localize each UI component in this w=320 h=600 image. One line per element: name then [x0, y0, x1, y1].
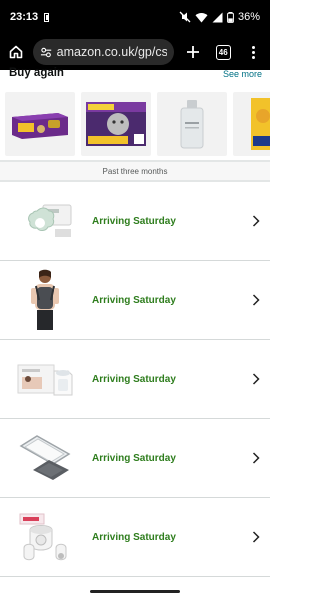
tab-count: 46	[215, 44, 231, 60]
bottle-icon	[180, 100, 204, 149]
gesture-handle[interactable]	[90, 590, 180, 593]
browser-menu-button[interactable]	[244, 41, 265, 63]
clock: 23:13	[10, 11, 39, 23]
address-bar[interactable]: amazon.co.uk/gp/css	[32, 39, 174, 65]
product-thumbnail	[10, 344, 80, 414]
home-icon	[9, 45, 23, 59]
url-text: amazon.co.uk/gp/css	[56, 45, 167, 59]
buy-again-carousel	[0, 90, 270, 158]
more-vert-icon	[252, 45, 256, 59]
chevron-right-icon	[248, 371, 264, 387]
chevron-right-icon	[248, 529, 264, 545]
yellow-pack-icon	[251, 98, 270, 150]
cat-food-pack-icon	[12, 113, 68, 139]
order-row[interactable]: Arriving Saturday	[0, 498, 270, 577]
home-button[interactable]	[6, 41, 27, 63]
changing-mat-icon	[19, 435, 71, 480]
order-row[interactable]: Arriving Saturday	[0, 340, 270, 419]
mute-icon	[179, 11, 191, 23]
status-bar: 23:13 36%	[0, 0, 270, 34]
buy-again-item[interactable]	[233, 92, 270, 156]
section-label: Past three months	[102, 166, 168, 176]
product-thumbnail	[10, 186, 80, 256]
section-divider: Past three months	[0, 160, 270, 182]
buy-again-item[interactable]	[5, 92, 75, 156]
buy-again-title: Buy again	[9, 67, 64, 79]
buy-again-item[interactable]	[157, 92, 227, 156]
chevron-right-icon	[248, 292, 264, 308]
site-settings-icon	[40, 47, 51, 57]
delivery-status: Arriving Saturday	[92, 294, 176, 306]
whiskas-pack-icon	[86, 102, 146, 146]
chevron-right-icon	[248, 450, 264, 466]
order-row[interactable]: Arriving Saturday	[0, 182, 270, 261]
battery-percent: 36%	[237, 11, 260, 23]
plus-icon	[186, 46, 199, 58]
delivery-status: Arriving Saturday	[92, 215, 176, 227]
product-thumbnail	[10, 423, 80, 493]
tab-switcher-button[interactable]: 46	[213, 41, 234, 63]
battery-icon	[227, 11, 234, 23]
baby-carrier-icon	[31, 269, 59, 330]
delivery-status: Arriving Saturday	[92, 373, 176, 385]
see-more-link[interactable]: See more	[223, 69, 262, 79]
product-thumbnail	[10, 265, 80, 335]
buy-again-item[interactable]	[81, 92, 151, 156]
product-thumbnail	[10, 502, 80, 572]
order-row[interactable]: Arriving Saturday	[0, 261, 270, 340]
baby-monitor-icon	[28, 204, 72, 237]
delivery-status: Arriving Saturday	[92, 531, 176, 543]
browser-toolbar: amazon.co.uk/gp/css 46	[0, 34, 270, 70]
signal-icon	[212, 12, 223, 22]
system-nav-bar	[0, 584, 270, 600]
wifi-icon	[195, 12, 208, 22]
wearable-pump-icon	[19, 513, 67, 561]
buy-again-header: Buy again See more	[0, 67, 270, 86]
new-tab-button[interactable]	[183, 41, 204, 63]
delivery-status: Arriving Saturday	[92, 452, 176, 464]
order-row[interactable]: Arriving Saturday	[0, 419, 270, 498]
breast-pump-box-icon	[17, 364, 73, 396]
battery-saver-icon	[44, 12, 50, 22]
chevron-right-icon	[248, 213, 264, 229]
